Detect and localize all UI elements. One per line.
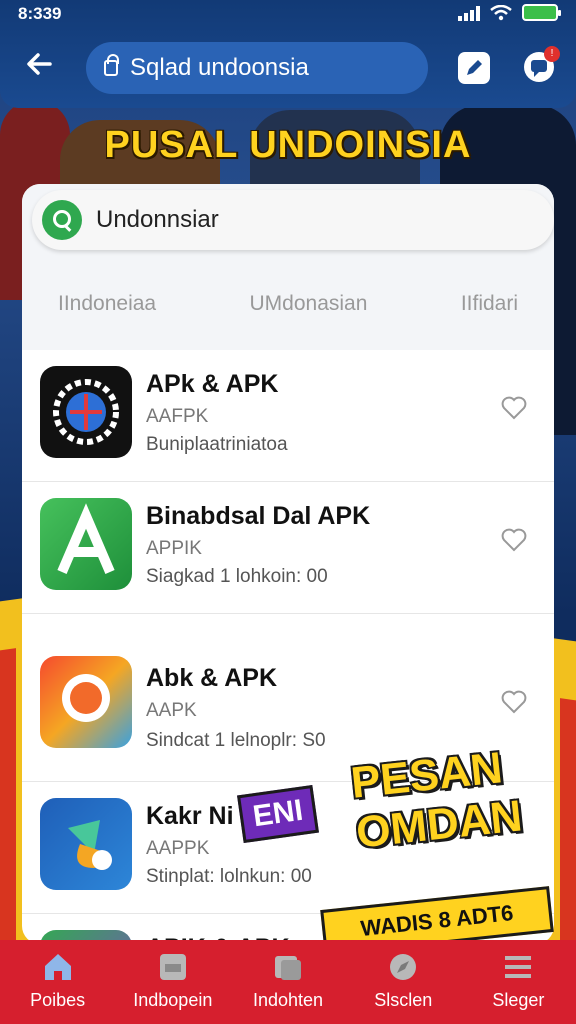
search-input[interactable] <box>96 206 496 234</box>
tab-ifidari[interactable]: IIfidari <box>461 292 518 316</box>
nav-item-library[interactable]: Indohten <box>230 940 345 1024</box>
bottom-nav: Poibes Indbopein Indohten Slsclen Sleger <box>0 940 576 1024</box>
heart-icon[interactable] <box>500 526 528 554</box>
app-sub: AAPK <box>146 700 197 721</box>
app-meta: Sindcat 1 lelnoplr: S0 <box>146 730 326 751</box>
gear-globe-icon <box>40 366 132 458</box>
nav-label: Indbopein <box>133 990 213 1010</box>
app-meta: Stinplat: lolnkun: 00 <box>146 866 312 887</box>
app-sub: AAPPK <box>146 838 210 859</box>
nav-item-search[interactable]: Slsclen <box>346 940 461 1024</box>
app-sub: AAFPK <box>146 406 209 427</box>
app-meta: Buniplaatriniatoa <box>146 434 288 455</box>
back-button[interactable] <box>20 48 60 88</box>
edit-button[interactable] <box>458 52 490 84</box>
home-icon <box>44 954 71 980</box>
library-icon <box>275 956 301 980</box>
letter-a-icon <box>40 498 132 590</box>
menu-icon <box>505 956 532 978</box>
category-tabs: IIndoneiaa UMdonasian IIfidari <box>22 292 554 316</box>
app-name: Binabdsal Dal APK <box>146 502 371 530</box>
app-meta: Siagkad 1 lohkoin: 00 <box>146 566 328 587</box>
heart-icon[interactable] <box>500 688 528 716</box>
arrow-left-icon <box>27 53 52 75</box>
nav-item-store[interactable]: Indbopein <box>115 940 230 1024</box>
list-item[interactable]: Binabdsal Dal APK APPIK Siagkad 1 lohkoi… <box>22 482 554 614</box>
wifi-icon <box>490 4 512 20</box>
pencil-icon <box>467 60 482 75</box>
status-time: 8:339 <box>18 4 62 23</box>
nav-label: Sleger <box>492 990 545 1010</box>
app-name: Kakr Ni <box>146 802 234 830</box>
orange-ring-icon <box>40 656 132 748</box>
nav-item-home[interactable]: Poibes <box>0 940 115 1024</box>
tab-indonesia[interactable]: IIndoneiaa <box>58 292 156 316</box>
search-bar[interactable] <box>32 190 554 250</box>
heart-icon[interactable] <box>500 394 528 422</box>
top-bar: 8:339 Sqlad undoonsia ! <box>0 0 576 108</box>
lock-icon <box>104 54 119 76</box>
nav-label: Indohten <box>252 990 324 1010</box>
nav-label: Poibes <box>30 990 86 1010</box>
app-name: Abk & APK <box>146 664 278 692</box>
search-area: IIndoneiaa UMdonasian IIfidari <box>22 184 554 350</box>
promo-badge[interactable]: PESAN OMDAN <box>349 738 568 909</box>
compass-icon <box>390 954 417 980</box>
address-bar[interactable]: Sqlad undoonsia <box>86 42 428 94</box>
banner-title: PUSAL UNDOINSIA <box>104 124 472 166</box>
status-icons <box>458 4 561 21</box>
list-item[interactable]: APk & APK AAFPK Buniplaatriniatoa <box>22 350 554 482</box>
app-sub: APPIK <box>146 538 202 559</box>
nav-label: Slsclen <box>374 990 433 1010</box>
store-icon <box>159 954 186 980</box>
notifications-button[interactable]: ! <box>524 46 560 82</box>
nav-item-more[interactable]: Sleger <box>461 940 576 1024</box>
signal-icon <box>458 5 480 21</box>
search-icon[interactable] <box>42 200 82 240</box>
address-text: Sqlad undoonsia <box>130 54 309 81</box>
notification-badge: ! <box>544 46 560 62</box>
paint-drop-icon <box>40 798 132 890</box>
tab-umdonasian[interactable]: UMdonasian <box>250 292 368 316</box>
battery-icon <box>522 4 561 21</box>
app-name: APk & APK <box>146 370 279 398</box>
